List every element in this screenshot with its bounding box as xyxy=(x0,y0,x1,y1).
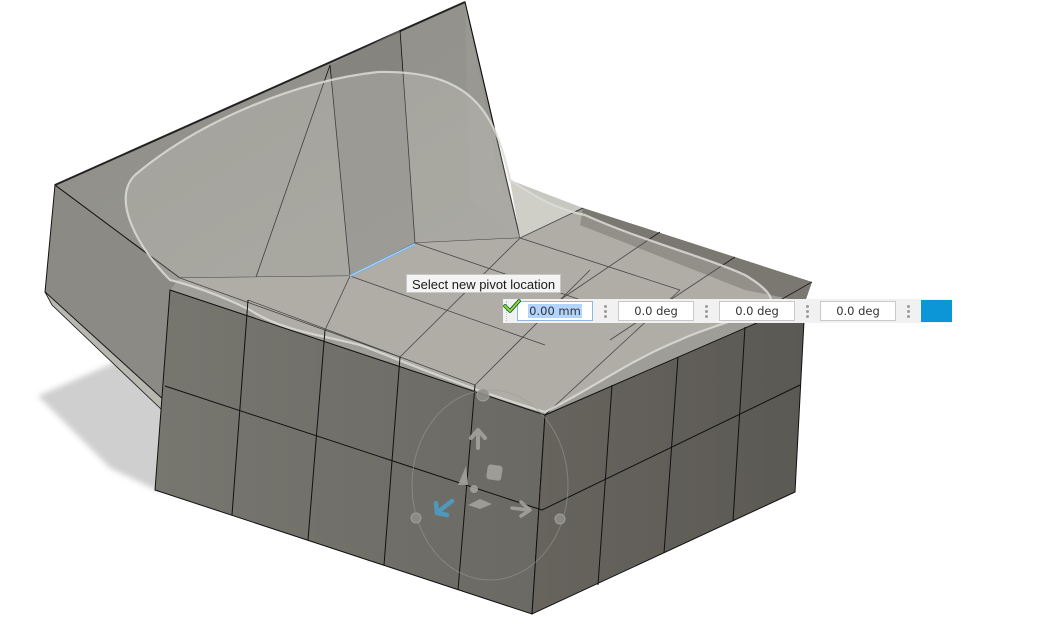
rotation-3-options-icon[interactable] xyxy=(896,301,921,321)
pivot-tooltip: Select new pivot location xyxy=(406,274,562,293)
rotation-1-options-icon[interactable] xyxy=(694,301,719,321)
ok-button[interactable] xyxy=(503,299,952,322)
canvas-viewport[interactable]: Select new pivot location 0.00 mm 0.0 de… xyxy=(0,0,1062,644)
rotation-handle-right[interactable] xyxy=(554,513,566,525)
rotation-2-input[interactable]: 0.0 deg xyxy=(719,301,795,321)
rotation-handle-top[interactable] xyxy=(476,388,490,402)
manipulator-toolbar: 0.00 mm 0.0 deg 0.0 deg 0.0 deg xyxy=(503,299,952,323)
checkmark-icon xyxy=(503,299,521,313)
distance-options-icon[interactable] xyxy=(593,301,618,321)
pivot-dot-icon[interactable] xyxy=(470,485,478,493)
rotation-2-options-icon[interactable] xyxy=(795,301,820,321)
rotation-1-input[interactable]: 0.0 deg xyxy=(618,301,694,321)
plane-square-icon[interactable] xyxy=(486,464,503,481)
distance-input[interactable]: 0.00 mm xyxy=(517,301,593,321)
rotation-3-input[interactable]: 0.0 deg xyxy=(820,301,896,321)
rotation-handle-left[interactable] xyxy=(410,512,422,524)
